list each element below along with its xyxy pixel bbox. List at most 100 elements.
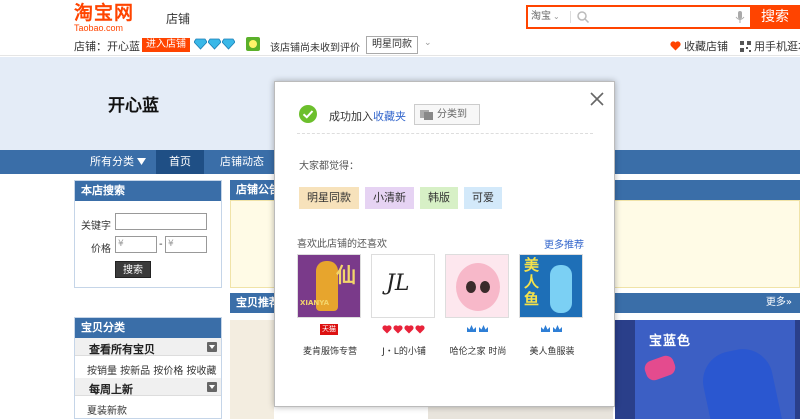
search-button[interactable]: 搜索 (750, 5, 800, 29)
sort-links[interactable]: 按销量 按新品 按价格 按收藏 (87, 362, 217, 377)
header-section-label: 店铺 (166, 12, 191, 26)
category-weekly-new[interactable]: 每周上新 (75, 378, 221, 396)
shop-thumbnail[interactable] (445, 254, 509, 318)
shop-info-bar: 店铺：开心蓝 进入店铺 该店铺尚未收到评价 明星同款 ⌄ 收藏店铺 用手机逛本 (0, 34, 800, 56)
diamond-icon (194, 38, 207, 50)
shop-thumbnail-text: XIANYA (300, 299, 330, 307)
shop-thumbnail-figure (550, 265, 572, 313)
shop-level-badge (519, 322, 583, 336)
chevron-down-icon: ⌄ (553, 12, 560, 21)
heart-icon (414, 324, 425, 333)
recommended-shop-name[interactable]: 麦肯服饰专营 (293, 344, 367, 357)
close-icon[interactable] (589, 91, 605, 107)
caret-down-icon (137, 158, 146, 165)
store-search-panel: 本店搜索 关键字 价格 ¥ - ¥ 搜索 (74, 180, 222, 288)
shop-level-badge: 天猫 (297, 322, 361, 336)
keyword-input[interactable] (115, 213, 207, 230)
store-search-title: 本店搜索 (75, 181, 221, 201)
mobile-browse-label: 用手机逛本 (754, 40, 800, 53)
nav-all-categories[interactable]: 所有分类 (90, 150, 146, 174)
search-bar: 淘宝 ⌄ 搜索 (526, 5, 800, 29)
favorites-link[interactable]: 收藏夹 (373, 110, 406, 123)
crown-icon (540, 325, 550, 332)
qr-code-icon (740, 40, 751, 52)
nav-all-categories-label: 所有分类 (90, 155, 134, 168)
shop-tag[interactable]: 可爱 (464, 187, 502, 209)
store-search-button[interactable]: 搜索 (115, 261, 151, 278)
favorite-success-dialog: 成功加入收藏夹 分类到 大家都觉得： 明星同款 小清新 韩版 可爱 喜欢此店铺的… (274, 81, 615, 407)
dialog-divider (297, 133, 593, 134)
heart-icon (381, 324, 392, 333)
favorite-shop-label: 收藏店铺 (684, 40, 728, 53)
shop-tag[interactable]: 韩版 (420, 187, 458, 209)
microphone-icon[interactable] (734, 10, 746, 24)
price-range-dash: - (159, 239, 163, 250)
shop-thumbnail-eye (480, 281, 490, 293)
recommend-more-link[interactable]: 更多» (766, 293, 792, 313)
rating-status-text: 该店铺尚未收到评价 (270, 43, 360, 54)
mobile-browse-link[interactable]: 用手机逛本 (740, 38, 800, 54)
logo-main-text: 淘宝网 (74, 2, 135, 24)
item-categories-panel: 宝贝分类 查看所有宝贝 按销量 按新品 按价格 按收藏 每周上新 夏装新款 (74, 317, 222, 419)
shop-tag[interactable]: 小清新 (365, 187, 414, 209)
price-max-input[interactable]: ¥ (165, 236, 207, 253)
shop-title: 开心蓝 (108, 96, 159, 116)
shop-thumbnail[interactable]: 美人鱼 (519, 254, 583, 318)
price-min-input[interactable]: ¥ (115, 236, 157, 253)
shop-name-label: 店铺：开心蓝 (74, 40, 140, 53)
recommended-shop-name[interactable]: 美人鱼服装 (515, 344, 589, 357)
success-check-icon (299, 105, 317, 123)
product-image-label: 宝蓝色 (649, 334, 692, 349)
collapse-icon[interactable] (207, 382, 217, 392)
keyword-label: 关键字 (81, 221, 111, 232)
recommended-shop-card[interactable]: 哈伦之家 时尚 (445, 254, 509, 364)
favorite-shop-link[interactable]: 收藏店铺 (670, 38, 728, 54)
also-like-label: 喜欢此店铺的还喜欢 (297, 239, 387, 250)
category-all-items[interactable]: 查看所有宝贝 (75, 338, 221, 356)
shop-thumbnail[interactable]: JL (371, 254, 435, 318)
recommended-shop-card[interactable]: 美人鱼 美人鱼服装 (519, 254, 583, 364)
success-message: 成功加入收藏夹 (329, 108, 406, 124)
shop-level-diamonds (194, 38, 235, 52)
shop-thumbnail[interactable]: 仙 XIANYA (297, 254, 361, 318)
product-image[interactable]: 宝蓝色 (615, 320, 800, 419)
classify-button[interactable]: 分类到 (414, 104, 480, 125)
more-recommend-link[interactable]: 更多推荐 (544, 236, 584, 251)
taobao-logo[interactable]: 淘宝网 Taobao.com (74, 3, 146, 33)
recommended-shop-card[interactable]: JL J・L的小铺 (371, 254, 435, 364)
recommended-shop-name[interactable]: J・L的小铺 (367, 344, 441, 357)
collapse-icon[interactable] (207, 342, 217, 352)
crown-icon (466, 325, 476, 332)
nav-home[interactable]: 首页 (156, 150, 204, 174)
shop-thumbnail-text: 美人鱼 (524, 256, 540, 308)
recommended-shop-card[interactable]: 仙 XIANYA 天猫 麦肯服饰专营 (297, 254, 361, 364)
chevron-down-icon[interactable]: ⌄ (424, 38, 432, 48)
search-scope-select[interactable]: 淘宝 ⌄ (531, 10, 560, 24)
nav-shop-dynamics[interactable]: 店铺动态 (220, 150, 264, 174)
heart-icon (403, 324, 414, 333)
diamond-icon (222, 38, 235, 50)
tag-icon (420, 110, 433, 120)
crown-icon (552, 325, 562, 332)
crown-icon (478, 325, 488, 332)
recommended-shops: 仙 XIANYA 天猫 麦肯服饰专营 JL J・L的小铺 哈伦之家 时尚 美人鱼… (297, 254, 597, 364)
everyone-thinks-label: 大家都觉得： (299, 161, 359, 172)
shop-thumbnail-eye (466, 281, 476, 293)
shop-thumbnail-doll (456, 263, 500, 311)
search-icon (577, 11, 590, 24)
success-prefix: 成功加入 (329, 110, 373, 123)
enter-shop-button[interactable]: 进入店铺 (142, 38, 190, 52)
diamond-icon (208, 38, 221, 50)
shop-level-badge (445, 322, 509, 336)
shop-thumbnail-glyph: 仙 (336, 263, 356, 287)
search-input[interactable] (592, 8, 752, 26)
rating-icon (246, 37, 260, 51)
recommended-shop-name[interactable]: 哈伦之家 时尚 (441, 344, 515, 357)
top-header: 淘宝网 Taobao.com 店铺 淘宝 ⌄ 搜索 (0, 0, 800, 34)
search-scope-label: 淘宝 (531, 11, 551, 22)
category-summer-new[interactable]: 夏装新款 (87, 402, 127, 417)
shop-tag[interactable]: 明星同款 (299, 187, 359, 209)
product-image[interactable] (230, 320, 274, 419)
logo-sub-text: Taobao.com (74, 23, 124, 33)
style-tag-select[interactable]: 明星同款 (366, 36, 418, 54)
